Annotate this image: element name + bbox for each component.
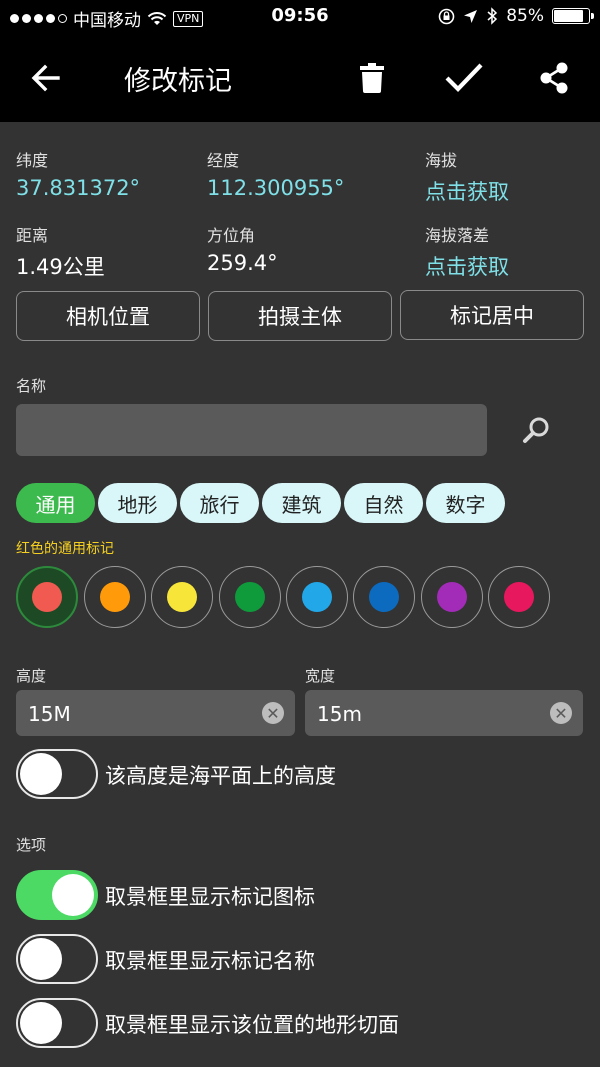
show-terrain-section-toggle[interactable] [16, 998, 98, 1048]
battery-icon [552, 8, 594, 24]
clear-height-icon[interactable]: ✕ [262, 702, 284, 724]
search-icon [523, 417, 549, 443]
height-input[interactable]: 15M ✕ [16, 690, 295, 736]
category-chip-general[interactable]: 通用 [16, 483, 95, 523]
category-chip-travel[interactable]: 旅行 [180, 483, 259, 523]
category-chip-digital[interactable]: 数字 [426, 483, 505, 523]
color-swatch-red[interactable] [16, 566, 78, 628]
longitude-value: 112.300955° [207, 176, 345, 200]
arrow-left-icon [31, 64, 60, 92]
share-button[interactable] [528, 34, 580, 122]
delete-button[interactable] [346, 34, 398, 122]
altitude-diff-label: 海拔落差 [425, 226, 490, 245]
show-marker-icon-label: 取景框里显示标记图标 [105, 885, 315, 909]
battery-percent: 85% [506, 6, 544, 26]
location-arrow-icon [464, 9, 478, 23]
longitude-label: 经度 [207, 151, 240, 170]
show-marker-name-toggle[interactable] [16, 934, 98, 984]
sea-level-toggle[interactable] [16, 749, 98, 799]
marker-type-subtitle: 红色的通用标记 [16, 541, 114, 557]
height-input-value: 15M [28, 702, 71, 726]
clear-width-icon[interactable]: ✕ [550, 702, 572, 724]
color-swatch-orange[interactable] [84, 566, 146, 628]
color-swatch-purple[interactable] [421, 566, 483, 628]
toolbar: 修改标记 [0, 34, 600, 122]
check-icon [445, 63, 483, 93]
width-input[interactable]: 15m ✕ [305, 690, 583, 736]
center-marker-button[interactable]: 标记居中 [400, 290, 584, 340]
bearing-value: 259.4° [207, 251, 278, 275]
latitude-label: 纬度 [16, 151, 49, 170]
show-marker-icon-toggle[interactable] [16, 870, 98, 920]
name-search-button[interactable] [516, 410, 556, 450]
bearing-label: 方位角 [207, 226, 256, 245]
camera-position-button[interactable]: 相机位置 [16, 291, 200, 341]
color-swatch-green[interactable] [219, 566, 281, 628]
options-label: 选项 [16, 836, 47, 854]
category-chip-terrain[interactable]: 地形 [98, 483, 177, 523]
category-chip-building[interactable]: 建筑 [262, 483, 341, 523]
sea-level-toggle-label: 该高度是海平面上的高度 [105, 764, 336, 788]
color-swatch-pink[interactable] [488, 566, 550, 628]
distance-label: 距离 [16, 226, 49, 245]
bluetooth-icon [487, 7, 498, 25]
width-label: 宽度 [305, 667, 336, 685]
altitude-diff-fetch-link[interactable]: 点击获取 [425, 251, 509, 281]
height-label: 高度 [16, 667, 47, 685]
rotation-lock-icon [438, 8, 455, 24]
color-swatch-yellow[interactable] [151, 566, 213, 628]
category-chip-nature[interactable]: 自然 [344, 483, 423, 523]
confirm-button[interactable] [436, 34, 492, 122]
show-marker-name-label: 取景框里显示标记名称 [105, 949, 315, 973]
altitude-fetch-link[interactable]: 点击获取 [425, 176, 509, 206]
trash-icon [360, 63, 384, 93]
width-input-value: 15m [317, 702, 362, 726]
status-right: 85% [438, 6, 594, 26]
latitude-value: 37.831372° [16, 176, 141, 200]
distance-value: 1.49公里 [16, 255, 105, 279]
color-swatch-blue[interactable] [353, 566, 415, 628]
status-bar: 中国移动 VPN 09:56 85% [0, 0, 600, 34]
back-button[interactable] [18, 34, 74, 122]
color-swatch-light-blue[interactable] [286, 566, 348, 628]
name-input[interactable] [16, 404, 487, 456]
page-title: 修改标记 [124, 66, 232, 97]
shoot-subject-button[interactable]: 拍摄主体 [208, 291, 392, 341]
name-label: 名称 [16, 377, 47, 395]
show-terrain-section-label: 取景框里显示该位置的地形切面 [105, 1013, 399, 1037]
share-icon [540, 62, 568, 94]
altitude-label: 海拔 [425, 151, 458, 170]
